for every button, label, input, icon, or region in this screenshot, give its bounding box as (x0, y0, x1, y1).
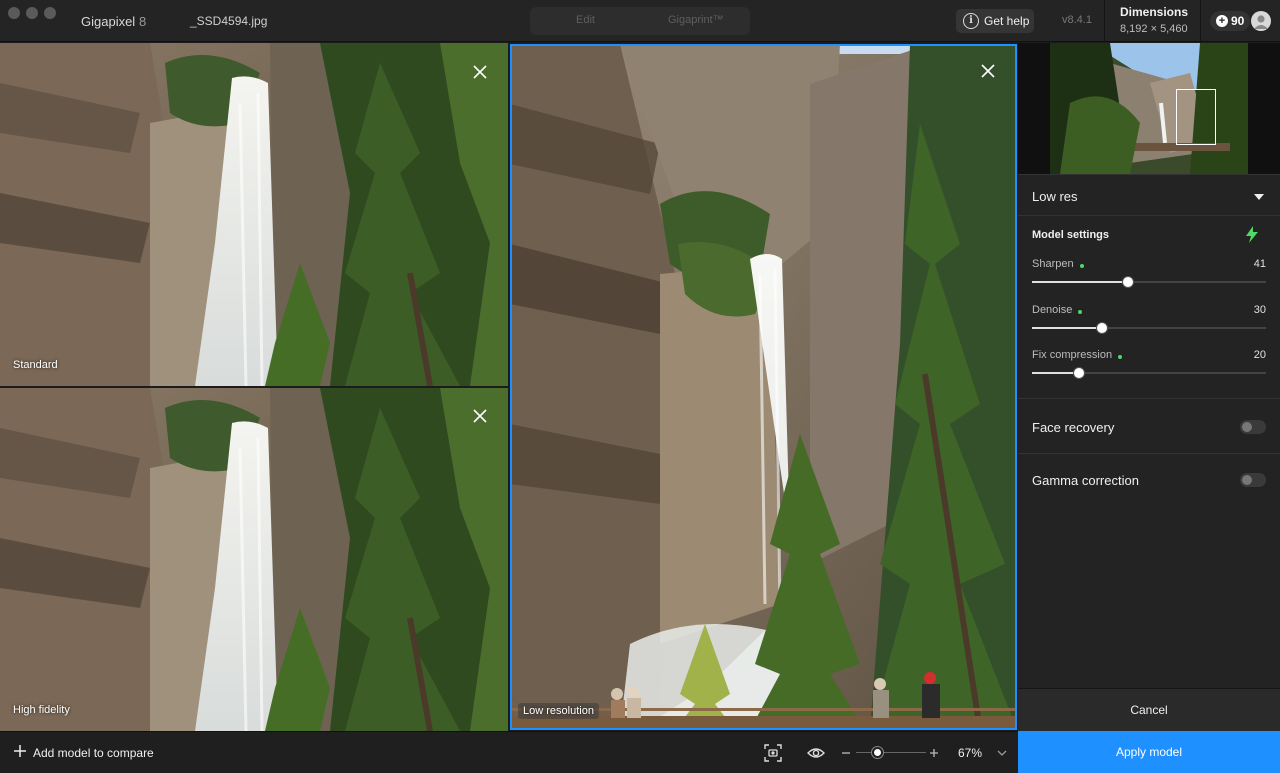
zoom-level[interactable]: 67% (958, 746, 982, 760)
plus-icon (14, 745, 26, 757)
slider-knob[interactable] (1121, 276, 1134, 288)
gamma-correction-toggle[interactable] (1240, 473, 1266, 487)
slider-value[interactable]: 30 (1254, 304, 1266, 316)
divider (1018, 453, 1280, 454)
navigator-thumbnail[interactable] (1050, 43, 1248, 174)
slider-track[interactable] (1032, 276, 1266, 288)
focus-icon[interactable] (764, 744, 782, 762)
status-dot (1078, 310, 1082, 314)
slider-label: Fix compression (1032, 349, 1113, 361)
gamma-correction-label: Gamma correction (1032, 473, 1139, 488)
info-icon: i (963, 13, 979, 29)
face-recovery-toggle[interactable] (1240, 420, 1266, 434)
chevron-down-icon (1254, 194, 1264, 200)
add-credits-icon: + (1216, 15, 1228, 27)
chevron-down-icon[interactable] (997, 749, 1007, 757)
get-help-button[interactable]: i Get help (956, 9, 1034, 33)
maximize-window-button[interactable] (44, 7, 56, 19)
slider-knob[interactable] (1096, 322, 1109, 334)
slider-fill (1032, 281, 1128, 283)
title-bar: Gigapixel 8 _SSD4594.jpg Edit Gigaprint™… (0, 0, 1280, 42)
zoom-in-icon[interactable] (929, 748, 939, 758)
tab-edit[interactable]: Edit (576, 14, 595, 26)
cancel-button[interactable]: Cancel (1018, 688, 1280, 731)
toggle-knob (1242, 422, 1252, 432)
file-name: _SSD4594.jpg (190, 14, 268, 28)
slider-label: Sharpen (1032, 258, 1074, 270)
settings-sidebar: Low res Model settings Sharpen 41 Denoise 3… (1018, 43, 1280, 731)
status-dot (1118, 355, 1122, 359)
credits-count: 90 (1231, 14, 1245, 28)
divider (1200, 0, 1201, 42)
preview-label-standard: Standard (13, 359, 58, 371)
lightning-icon (1246, 226, 1258, 243)
tab-gigaprint[interactable]: Gigaprint™ (668, 14, 724, 26)
waterfall-image (0, 43, 508, 386)
zoom-slider[interactable] (856, 747, 926, 758)
preview-standard[interactable]: Standard (0, 43, 508, 386)
slider-knob[interactable] (1072, 367, 1085, 379)
divider (1018, 398, 1280, 399)
thumbnail-image (1050, 43, 1248, 174)
close-icon[interactable] (471, 407, 489, 425)
app-name: Gigapixel (81, 14, 136, 29)
eye-icon[interactable] (807, 744, 825, 762)
zoom-slider-knob[interactable] (872, 747, 883, 758)
status-dot (1080, 264, 1084, 268)
toggle-knob (1242, 475, 1252, 485)
credits-badge[interactable]: + 90 (1210, 11, 1250, 31)
close-window-button[interactable] (8, 7, 20, 19)
preview-label-high-fidelity: High fidelity (13, 704, 70, 716)
dimensions-label: Dimensions (1120, 5, 1189, 19)
divider (1104, 0, 1105, 42)
avatar[interactable] (1251, 11, 1271, 31)
model-settings-title: Model settings (1032, 229, 1110, 241)
slider-track[interactable] (1032, 322, 1266, 334)
slider-track[interactable] (1032, 367, 1266, 379)
minimize-window-button[interactable] (26, 7, 38, 19)
user-icon (1254, 15, 1268, 29)
add-model-label: Add model to compare (33, 746, 154, 760)
apply-model-button[interactable]: Apply model (1018, 731, 1280, 773)
divider (1018, 174, 1280, 175)
slider-fill (1032, 327, 1103, 329)
app-version: 8 (139, 14, 147, 29)
slider-fill (1032, 372, 1079, 374)
face-recovery-label: Face recovery (1032, 420, 1115, 435)
selected-preview-frame (510, 44, 1017, 730)
navigator-viewport[interactable] (1176, 89, 1216, 145)
mode-switch: Edit Gigaprint™ (530, 7, 750, 35)
version-label: v8.4.1 (1062, 14, 1092, 26)
zoom-out-icon[interactable] (841, 748, 851, 758)
get-help-label: Get help (984, 14, 1030, 28)
divider (1018, 215, 1280, 216)
bottom-toolbar: Add model to compare 67% (0, 731, 1018, 773)
preview-high-fidelity[interactable]: High fidelity (0, 388, 508, 731)
slider-label: Denoise (1032, 304, 1073, 316)
slider-value[interactable]: 20 (1254, 349, 1266, 361)
close-icon[interactable] (471, 63, 489, 81)
waterfall-image (0, 388, 508, 731)
dimensions-value: 8,192 × 5,460 (1120, 23, 1188, 35)
slider-value[interactable]: 41 (1254, 258, 1266, 270)
model-dropdown-label: Low res (1032, 189, 1078, 204)
